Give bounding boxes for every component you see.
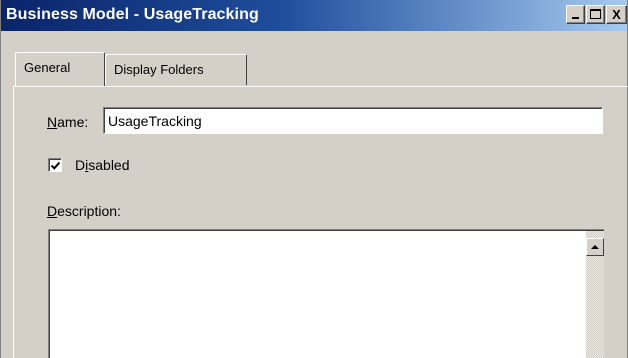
- minimize-icon: [572, 17, 579, 19]
- description-scrollbar[interactable]: [586, 231, 604, 358]
- business-model-dialog: Business Model - UsageTracking X General…: [0, 0, 628, 358]
- tab-display-folders[interactable]: Display Folders: [105, 54, 247, 85]
- description-label: Description:: [47, 203, 121, 219]
- window-title: Business Model - UsageTracking: [6, 6, 259, 23]
- close-icon: X: [612, 7, 621, 22]
- name-label: Name:: [47, 114, 89, 130]
- checkmark-icon: [50, 161, 61, 170]
- maximize-button[interactable]: [586, 5, 605, 24]
- title-bar[interactable]: Business Model - UsageTracking X: [1, 0, 627, 31]
- disabled-checkbox[interactable]: [48, 158, 62, 172]
- description-textarea[interactable]: [48, 229, 604, 358]
- minimize-button[interactable]: [566, 5, 585, 24]
- name-field[interactable]: [103, 107, 603, 134]
- maximize-icon: [590, 9, 601, 19]
- close-button[interactable]: X: [606, 5, 627, 24]
- disabled-label[interactable]: Disabled: [75, 157, 130, 173]
- tab-general[interactable]: General: [15, 52, 105, 86]
- scroll-up-button[interactable]: [586, 238, 604, 256]
